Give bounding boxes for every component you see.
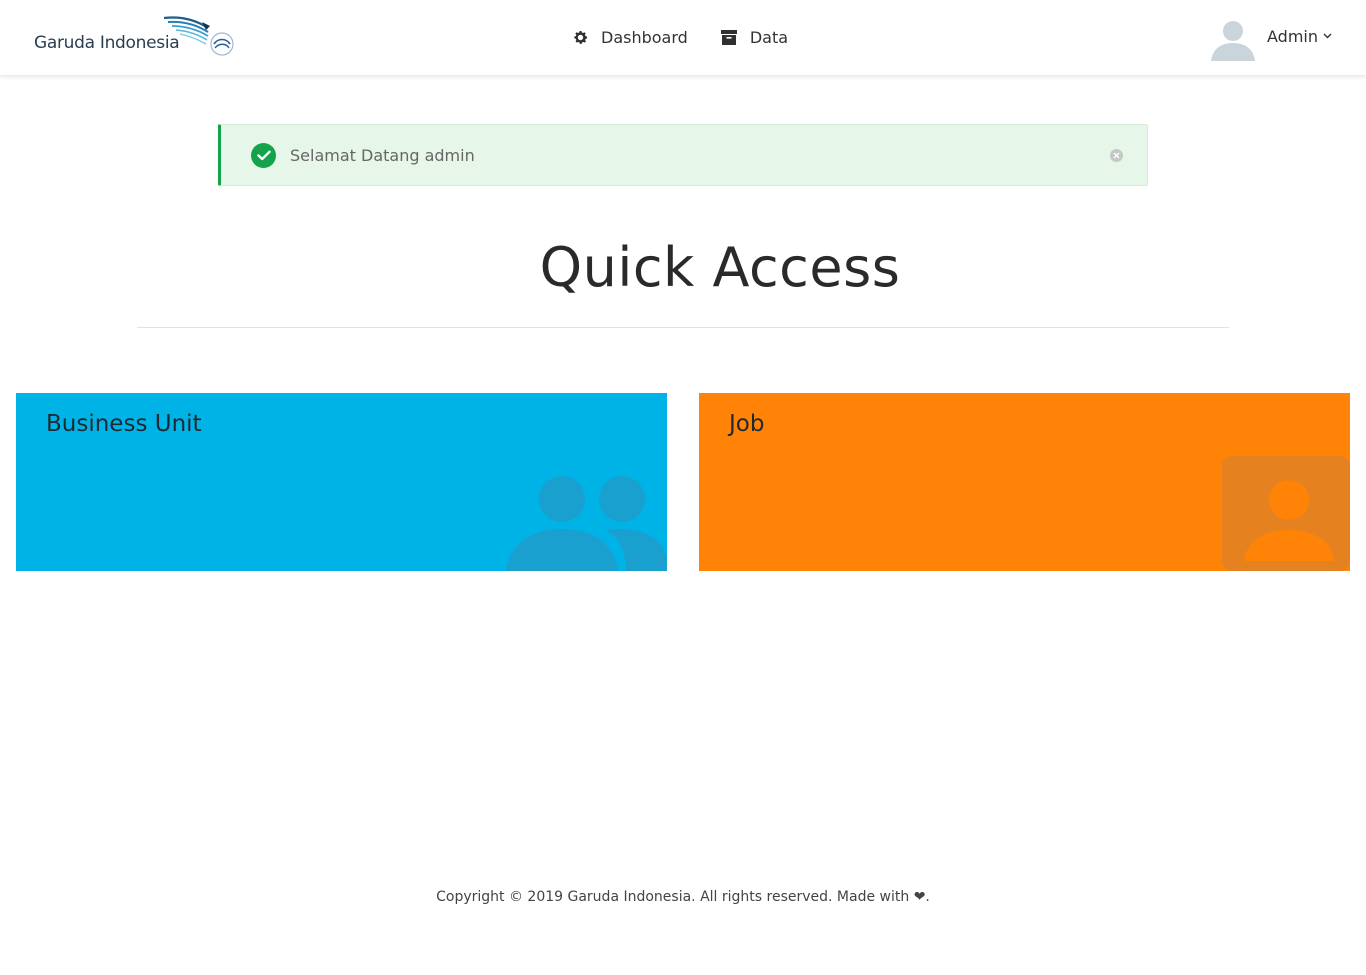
welcome-alert: Selamat Datang admin [218, 124, 1148, 186]
nav-dashboard[interactable]: Dashboard [571, 28, 688, 47]
brand-logo-link[interactable]: Garuda Indonesia [34, 16, 234, 60]
archive-icon [720, 29, 738, 47]
footer-copyright: Copyright © 2019 Garuda Indonesia. All r… [436, 889, 930, 905]
job-card-label: Job [729, 411, 765, 437]
user-menu[interactable]: Admin [1209, 17, 1332, 61]
garuda-logo-icon [163, 16, 234, 56]
main-nav: Dashboard Data [571, 28, 788, 47]
nav-dashboard-label: Dashboard [601, 28, 688, 47]
user-name: Admin [1267, 26, 1318, 46]
job-card[interactable]: Job [699, 393, 1350, 571]
users-icon [506, 476, 667, 571]
top-navbar: Garuda Indonesia Dashboard Data Admin [0, 0, 1366, 76]
user-avatar-icon [1211, 21, 1255, 61]
title-divider [137, 327, 1229, 328]
nav-data[interactable]: Data [720, 28, 788, 47]
alert-message: Selamat Datang admin [290, 145, 475, 165]
business-unit-card-label: Business Unit [46, 411, 202, 437]
user-icon [1222, 456, 1350, 571]
gear-icon [571, 29, 589, 47]
chevron-down-icon [1323, 31, 1332, 42]
close-icon[interactable] [1110, 149, 1123, 162]
page-title: Quick Access [539, 236, 901, 299]
nav-data-label: Data [749, 28, 789, 47]
business-unit-card[interactable]: Business Unit [16, 393, 667, 571]
check-circle-icon [251, 142, 276, 168]
brand-name: Garuda Indonesia [34, 33, 180, 53]
